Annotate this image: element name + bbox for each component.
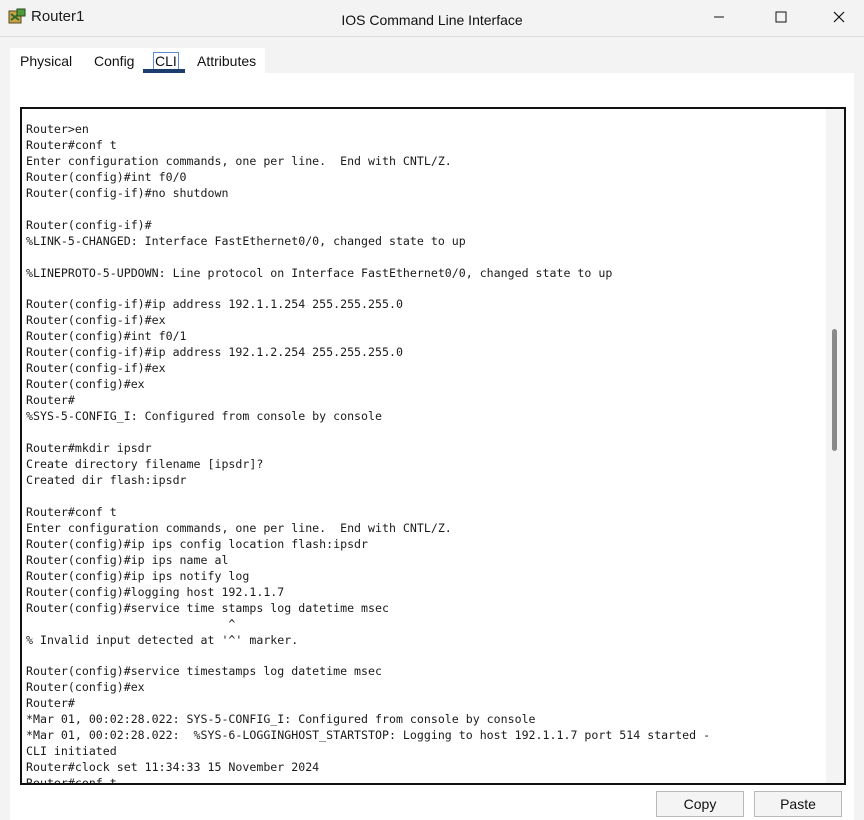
terminal-line: %LINEPROTO-5-UPDOWN: Line protocol on In… [26, 265, 613, 280]
terminal-line: Router(config-if)#ex [26, 361, 166, 376]
terminal-line: Router(config-if)#ip address 192.1.2.254… [26, 345, 403, 360]
terminal-line: % Invalid input detected at '^' marker. [26, 632, 299, 647]
tab-attributes[interactable]: Attributes [197, 53, 256, 69]
terminal-line: Router(config)#ip ips name al [26, 552, 229, 567]
terminal-line: Router(config)#ex [26, 377, 145, 392]
terminal-line: *Mar 01, 00:02:28.022: %SYS-6-LOGGINGHOS… [26, 728, 711, 743]
terminal-line: Router#conf t [26, 776, 117, 785]
terminal-line: Router#conf t [26, 504, 117, 519]
terminal-line: Router#mkdir ipsdr [26, 441, 152, 456]
tab-cli[interactable]: CLI [153, 52, 179, 70]
terminal-line: Router#conf t [26, 137, 117, 152]
active-tab-indicator [143, 69, 185, 73]
terminal-line: Router(config)#service time stamps log d… [26, 600, 389, 615]
terminal-line: Router>en [26, 122, 89, 136]
terminal-line: %SYS-5-CONFIG_I: Configured from console… [26, 409, 382, 424]
terminal-line: Router(config-if)#ex [26, 313, 166, 328]
terminal-line: Router(config)#ip ips notify log [26, 568, 250, 583]
terminal-line: Router(config)#logging host 192.1.1.7 [26, 584, 285, 599]
terminal-line: Router(config)#ip ips config location fl… [26, 536, 369, 551]
terminal-line: Router(config-if)# [26, 217, 152, 232]
copy-button[interactable]: Copy [656, 791, 744, 817]
tab-bar: Physical Config CLI Attributes [10, 48, 265, 74]
terminal-line: *Mar 01, 00:02:28.022: SYS-5-CONFIG_I: C… [26, 712, 536, 727]
terminal-line: Router(config)#int f0/1 [26, 329, 187, 344]
terminal-line: Create directory filename [ipsdr]? [26, 457, 264, 472]
tab-config[interactable]: Config [94, 53, 134, 69]
terminal-line: %LINK-5-CHANGED: Interface FastEthernet0… [26, 233, 466, 248]
scrollbar-thumb[interactable] [832, 329, 837, 451]
paste-button[interactable]: Paste [754, 791, 842, 817]
terminal-line: ^ [26, 616, 236, 631]
cli-terminal[interactable]: Router>en Router#conf t Enter configuratio… [20, 107, 846, 785]
terminal-line: Enter configuration commands, one per li… [26, 153, 452, 168]
tab-attributes-label: Attributes [197, 53, 257, 69]
panel-title: IOS Command Line Interface [341, 12, 523, 28]
terminal-line: Router#clock set 11:34:33 15 November 20… [26, 760, 320, 775]
terminal-line: Router(config)#service timestamps log da… [26, 664, 382, 679]
title-separator [0, 36, 864, 37]
tab-physical[interactable]: Physical [20, 53, 72, 69]
terminal-scrollbar[interactable] [826, 109, 844, 783]
terminal-line: Router(config-if)#no shutdown [26, 185, 229, 200]
terminal-line: Router# [26, 393, 75, 408]
terminal-line: Router# [26, 696, 75, 711]
terminal-line: Router(config)#ex [26, 680, 145, 695]
terminal-line: Created dir flash:ipsdr [26, 472, 187, 487]
terminal-line: Router(config-if)#ip address 192.1.1.254… [26, 297, 403, 312]
tab-physical-label: Physical [20, 53, 73, 69]
tab-config-label: Config [94, 53, 135, 69]
tab-cli-label: CLI [153, 52, 179, 70]
terminal-line: CLI initiated [26, 744, 117, 759]
terminal-output[interactable]: Router>en Router#conf t Enter configuratio… [26, 122, 821, 785]
terminal-line: Router(config)#int f0/0 [26, 169, 187, 184]
terminal-line: Enter configuration commands, one per li… [26, 520, 452, 535]
